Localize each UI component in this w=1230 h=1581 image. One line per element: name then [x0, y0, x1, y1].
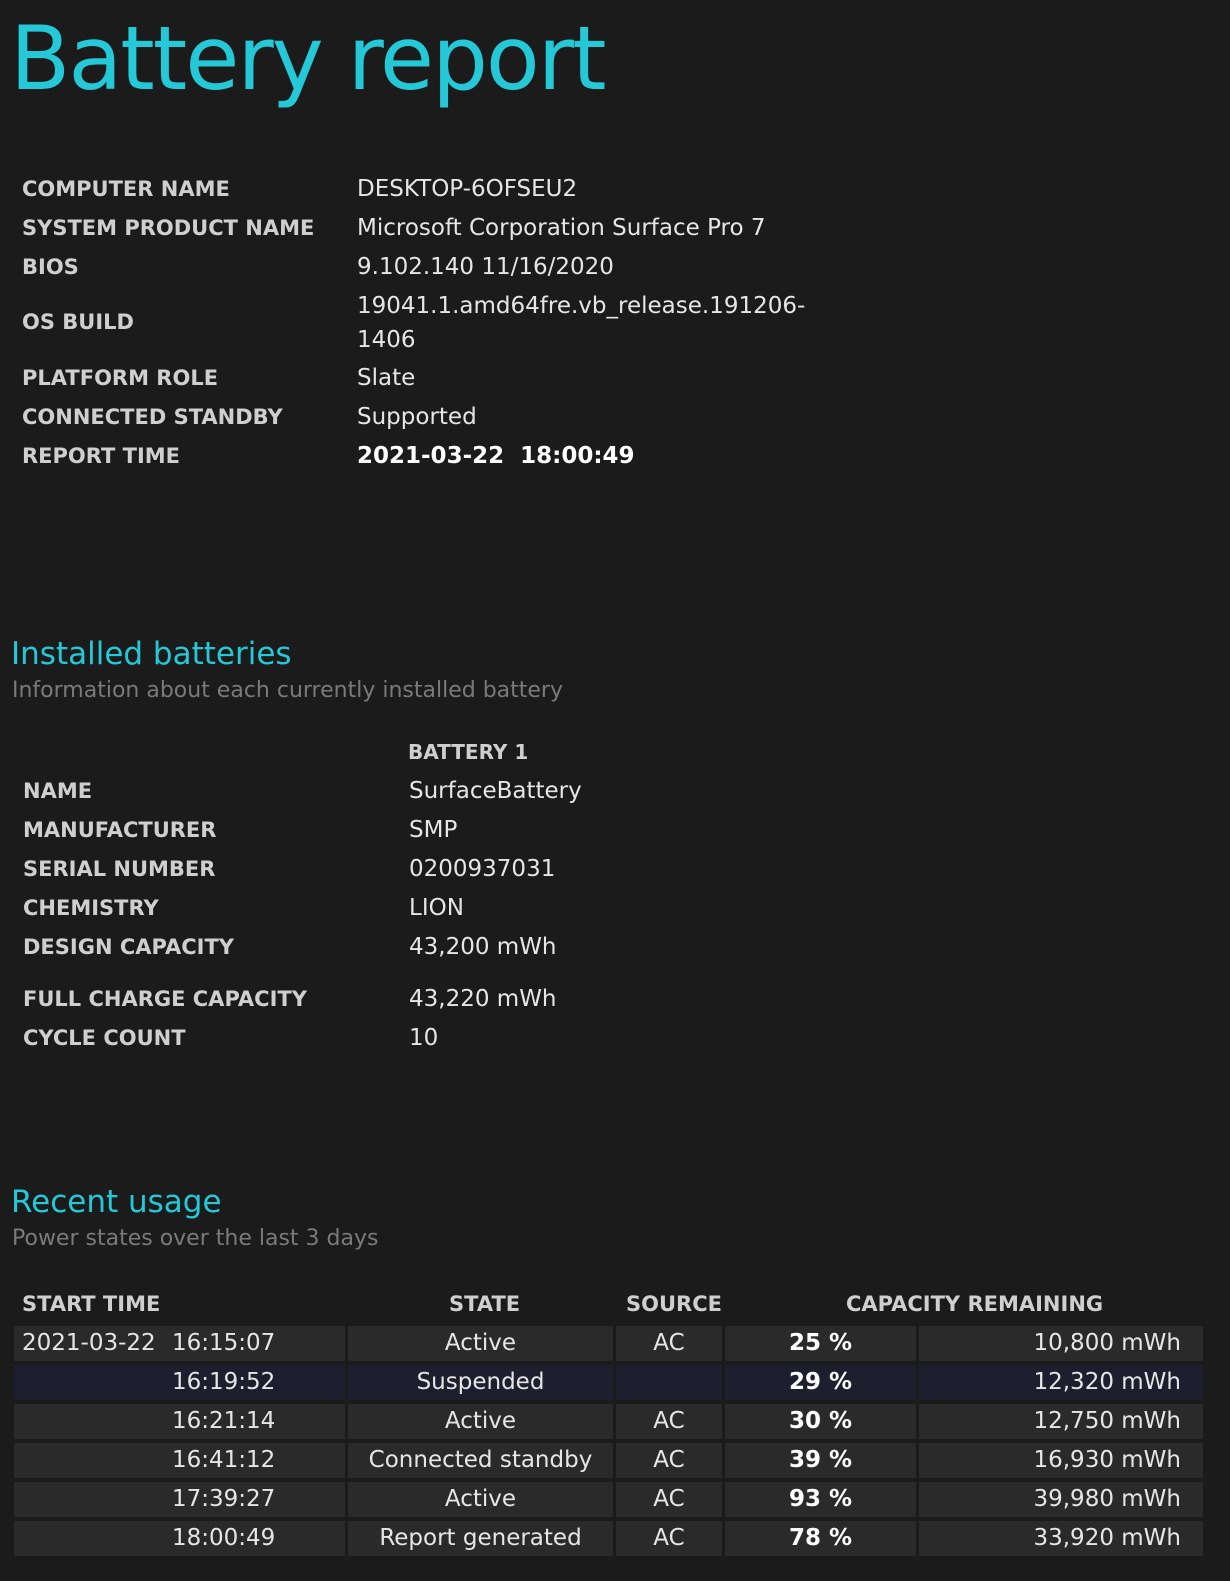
table-row: 18:00:49 Report generated AC 78 % 33,920…: [14, 1521, 1203, 1556]
table-row: 16:19:52 Suspended 29 % 12,320 mWh: [14, 1365, 1203, 1400]
manufacturer-value: SMP: [409, 817, 458, 843]
system-product-name-value: Microsoft Corporation Surface Pro 7: [357, 215, 766, 241]
installed-batteries-heading: Installed batteries: [11, 636, 292, 672]
report-time-value: 2021-03-22 18:00:49: [357, 443, 635, 469]
full-charge-capacity-label: FULL CHARGE CAPACITY: [23, 987, 307, 1011]
source-cell: [616, 1365, 722, 1400]
capacity-mwh-cell: 16,930 mWh: [919, 1443, 1203, 1478]
start-date: 2021-03-22: [22, 1330, 156, 1356]
capacity-mwh-cell: 33,920 mWh: [919, 1521, 1203, 1556]
state-cell: Connected standby: [348, 1443, 613, 1478]
source-cell: AC: [616, 1482, 722, 1517]
platform-role-value: Slate: [357, 365, 416, 391]
bios-label: BIOS: [22, 255, 79, 279]
design-capacity-value: 43,200 mWh: [409, 934, 557, 960]
start-time-cell: 18:00:49: [14, 1521, 345, 1556]
start-time: 16:15:07: [172, 1330, 276, 1356]
chemistry-label: CHEMISTRY: [23, 896, 159, 920]
computer-name-label: COMPUTER NAME: [22, 177, 230, 201]
table-row: 17:39:27 Active AC 93 % 39,980 mWh: [14, 1482, 1203, 1517]
start-time-cell: 2021-03-22 16:15:07: [14, 1326, 345, 1361]
manufacturer-label: MANUFACTURER: [23, 818, 217, 842]
cycle-count-label: CYCLE COUNT: [23, 1026, 186, 1050]
installed-batteries-subtitle: Information about each currently install…: [12, 678, 563, 703]
capacity-mwh-cell: 10,800 mWh: [919, 1326, 1203, 1361]
battery-name-label: NAME: [23, 779, 93, 803]
battery-report-page: Battery report COMPUTER NAME DESKTOP-6OF…: [0, 0, 1230, 1581]
state-cell: Suspended: [348, 1365, 613, 1400]
state-cell: Report generated: [348, 1521, 613, 1556]
capacity-mwh-cell: 39,980 mWh: [919, 1482, 1203, 1517]
capacity-remaining-header: CAPACITY REMAINING: [846, 1292, 1104, 1316]
start-time: 17:39:27: [172, 1486, 276, 1512]
table-row: 2021-03-22 16:15:07 Active AC 25 % 10,800…: [14, 1326, 1203, 1361]
state-cell: Active: [348, 1404, 613, 1439]
os-build-value-line1: 19041.1.amd64fre.vb_release.191206-: [357, 293, 806, 319]
battery-1-column-header: BATTERY 1: [408, 740, 529, 764]
capacity-percent-cell: 93 %: [725, 1482, 916, 1517]
source-cell: AC: [616, 1326, 722, 1361]
report-time-label: REPORT TIME: [22, 444, 181, 468]
page-title: Battery report: [10, 7, 606, 110]
connected-standby-label: CONNECTED STANDBY: [22, 405, 283, 429]
start-time-cell: 16:19:52: [14, 1365, 345, 1400]
design-capacity-label: DESIGN CAPACITY: [23, 935, 234, 959]
bios-value: 9.102.140 11/16/2020: [357, 254, 614, 280]
table-row: 16:41:12 Connected standby AC 39 % 16,93…: [14, 1443, 1203, 1478]
capacity-percent-cell: 39 %: [725, 1443, 916, 1478]
state-cell: Active: [348, 1482, 613, 1517]
connected-standby-value: Supported: [357, 404, 477, 430]
capacity-percent-cell: 25 %: [725, 1326, 916, 1361]
state-header: STATE: [449, 1292, 521, 1316]
start-time: 16:41:12: [172, 1447, 276, 1473]
cycle-count-value: 10: [409, 1025, 439, 1051]
computer-name-value: DESKTOP-6OFSEU2: [357, 176, 578, 202]
capacity-percent-cell: 30 %: [725, 1404, 916, 1439]
os-build-value-line2: 1406: [357, 327, 416, 353]
capacity-mwh-cell: 12,320 mWh: [919, 1365, 1203, 1400]
capacity-percent-cell: 78 %: [725, 1521, 916, 1556]
serial-number-value: 0200937031: [409, 856, 556, 882]
table-row: 16:21:14 Active AC 30 % 12,750 mWh: [14, 1404, 1203, 1439]
start-time-cell: 17:39:27: [14, 1482, 345, 1517]
battery-name-value: SurfaceBattery: [409, 778, 582, 804]
system-product-name-label: SYSTEM PRODUCT NAME: [22, 216, 315, 240]
start-time-cell: 16:41:12: [14, 1443, 345, 1478]
source-cell: AC: [616, 1404, 722, 1439]
source-cell: AC: [616, 1443, 722, 1478]
start-time-cell: 16:21:14: [14, 1404, 345, 1439]
start-time: 18:00:49: [172, 1525, 276, 1551]
source-cell: AC: [616, 1521, 722, 1556]
serial-number-label: SERIAL NUMBER: [23, 857, 216, 881]
source-header: SOURCE: [626, 1292, 722, 1316]
capacity-percent-cell: 29 %: [725, 1365, 916, 1400]
start-time: 16:21:14: [172, 1408, 276, 1434]
platform-role-label: PLATFORM ROLE: [22, 366, 219, 390]
chemistry-value: LION: [409, 895, 464, 921]
start-time-header: START TIME: [22, 1292, 161, 1316]
capacity-mwh-cell: 12,750 mWh: [919, 1404, 1203, 1439]
state-cell: Active: [348, 1326, 613, 1361]
recent-usage-heading: Recent usage: [11, 1184, 222, 1220]
recent-usage-subtitle: Power states over the last 3 days: [12, 1226, 379, 1251]
start-time: 16:19:52: [172, 1369, 276, 1395]
full-charge-capacity-value: 43,220 mWh: [409, 986, 557, 1012]
os-build-label: OS BUILD: [22, 310, 134, 334]
